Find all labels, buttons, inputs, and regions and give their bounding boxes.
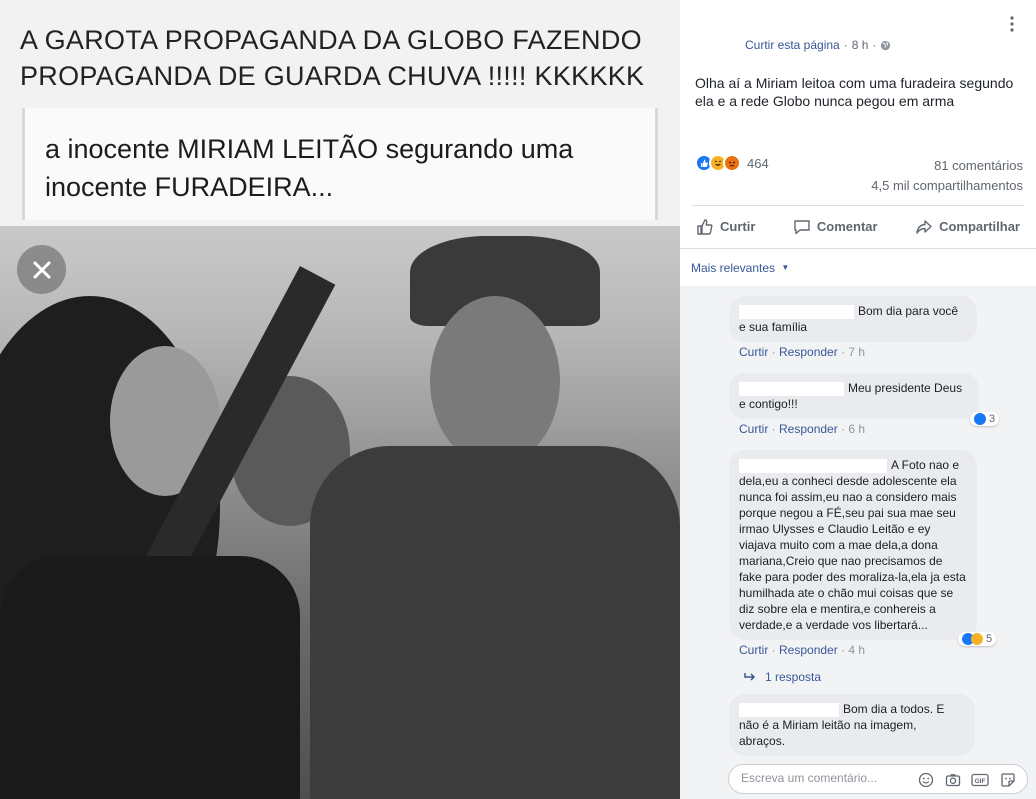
gif-button[interactable]: GIF <box>971 771 989 789</box>
comment-bubble: A Foto nao e dela,eu a conheci desde ado… <box>729 450 977 640</box>
comment-time[interactable]: 7 h <box>848 345 865 359</box>
emoji-icon <box>918 772 934 788</box>
comment-time[interactable]: 4 h <box>848 643 865 657</box>
comment-actions: Curtir · Responder · 6 h <box>739 422 866 436</box>
comment-time[interactable]: 6 h <box>848 422 865 436</box>
image-caption-area: A GAROTA PROPAGANDA DA GLOBO FAZENDO PRO… <box>0 0 680 226</box>
comment-like-link[interactable]: Curtir <box>739 643 768 657</box>
reactions-summary[interactable]: 464 <box>695 154 769 172</box>
comment-like-link[interactable]: Curtir <box>739 345 768 359</box>
post-meta: Curtir esta página · 8 h · <box>745 38 891 52</box>
comment-reactions[interactable]: 3 <box>970 412 1000 426</box>
photo-button[interactable] <box>944 771 962 789</box>
comment-input[interactable] <box>741 771 901 785</box>
reply-arrow-icon <box>744 673 756 681</box>
more-options-button[interactable] <box>1002 14 1022 34</box>
svg-text:GIF: GIF <box>975 778 986 785</box>
sticker-icon <box>1001 773 1015 787</box>
redacted-author <box>739 458 887 473</box>
like-reaction-icon <box>974 413 986 425</box>
post-actions: Curtir Comentar Compartilhar <box>692 205 1024 247</box>
comment-bubble: Meu presidente Deus e contigo!!! <box>729 373 979 419</box>
comment-button[interactable]: Comentar <box>793 218 878 236</box>
share-button[interactable]: Compartilhar <box>915 218 1020 236</box>
comment-reaction-count: 3 <box>989 413 996 425</box>
more-dots-icon <box>1010 16 1014 32</box>
image-quote: a inocente MIRIAM LEITÃO segurando uma i… <box>45 134 574 202</box>
comments-count-link[interactable]: 81 comentários <box>934 158 1023 173</box>
gif-icon: GIF <box>971 773 989 787</box>
post-header: Curtir esta página · 8 h · <box>680 0 1036 64</box>
replies-count: 1 resposta <box>765 670 822 684</box>
close-icon <box>33 261 50 278</box>
comment-icon <box>794 219 810 234</box>
image-headline: A GAROTA PROPAGANDA DA GLOBO FAZENDO PRO… <box>20 25 645 91</box>
comment-bubble: Bom dia para você e sua família <box>729 296 977 342</box>
angry-reaction-icon <box>723 154 741 172</box>
image-quote-box: a inocente MIRIAM LEITÃO segurando uma i… <box>22 108 658 220</box>
sticker-button[interactable] <box>999 771 1017 789</box>
share-icon <box>916 219 932 234</box>
meta-separator: · <box>872 38 877 52</box>
view-replies-link[interactable]: 1 resposta <box>743 670 821 684</box>
comment-input-box[interactable]: GIF <box>728 764 1028 794</box>
comment-label: Comentar <box>816 219 878 234</box>
comment-composer: GIF <box>680 756 1036 799</box>
photo-face-soldier <box>430 296 560 466</box>
like-label: Curtir <box>720 219 756 234</box>
sort-label: Mais relevantes <box>691 261 776 275</box>
meta-separator: · <box>843 38 848 52</box>
comment-reply-link[interactable]: Responder <box>779 643 838 657</box>
post-text: Olha aí a Miriam leitoa com uma furadeir… <box>695 75 1014 109</box>
comment-like-link[interactable]: Curtir <box>739 422 768 436</box>
comment-actions: Curtir · Responder · 7 h <box>739 345 866 359</box>
close-button[interactable] <box>17 245 66 294</box>
comment-reaction-count: 5 <box>986 633 993 645</box>
camera-icon <box>945 774 961 787</box>
share-label: Compartilhar <box>939 219 1020 234</box>
post-viewer: A GAROTA PROPAGANDA DA GLOBO FAZENDO PRO… <box>0 0 1036 799</box>
comment-reply-link[interactable]: Responder <box>779 422 838 436</box>
comment-reactions[interactable]: 5 <box>958 632 997 646</box>
photo <box>0 226 680 799</box>
shares-count-link[interactable]: 4,5 mil compartilhamentos <box>871 178 1023 193</box>
like-button[interactable]: Curtir <box>696 218 755 236</box>
haha-reaction-icon <box>971 633 983 645</box>
photo-uniform <box>310 446 680 799</box>
emoji-button[interactable] <box>917 771 935 789</box>
comment-reply-link[interactable]: Responder <box>779 345 838 359</box>
like-page-link[interactable]: Curtir esta página <box>745 38 840 52</box>
redacted-author <box>739 304 854 319</box>
comment-sort-row: Mais relevantes ▼ <box>680 248 1036 286</box>
comment-actions: Curtir · Responder · 4 h <box>739 643 866 657</box>
reaction-count: 464 <box>747 155 769 171</box>
thumbs-up-icon <box>697 218 713 235</box>
caret-down-icon: ▼ <box>781 263 790 272</box>
sort-dropdown[interactable]: Mais relevantes ▼ <box>691 261 789 275</box>
redacted-author <box>739 381 844 396</box>
comment-bubble: Bom dia a todos. E não é a Miriam leitão… <box>729 694 975 756</box>
globe-icon <box>881 40 891 50</box>
post-image: A GAROTA PROPAGANDA DA GLOBO FAZENDO PRO… <box>0 0 680 799</box>
comment-text: A Foto nao e dela,eu a conheci desde ado… <box>739 458 966 632</box>
post-time[interactable]: 8 h <box>852 38 869 52</box>
comments-list: Bom dia para você e sua família Curtir ·… <box>680 286 1036 756</box>
redacted-author <box>739 702 839 717</box>
post-panel: Curtir esta página · 8 h · Olha aí a Mir… <box>680 0 1036 799</box>
photo-dress <box>0 556 300 799</box>
